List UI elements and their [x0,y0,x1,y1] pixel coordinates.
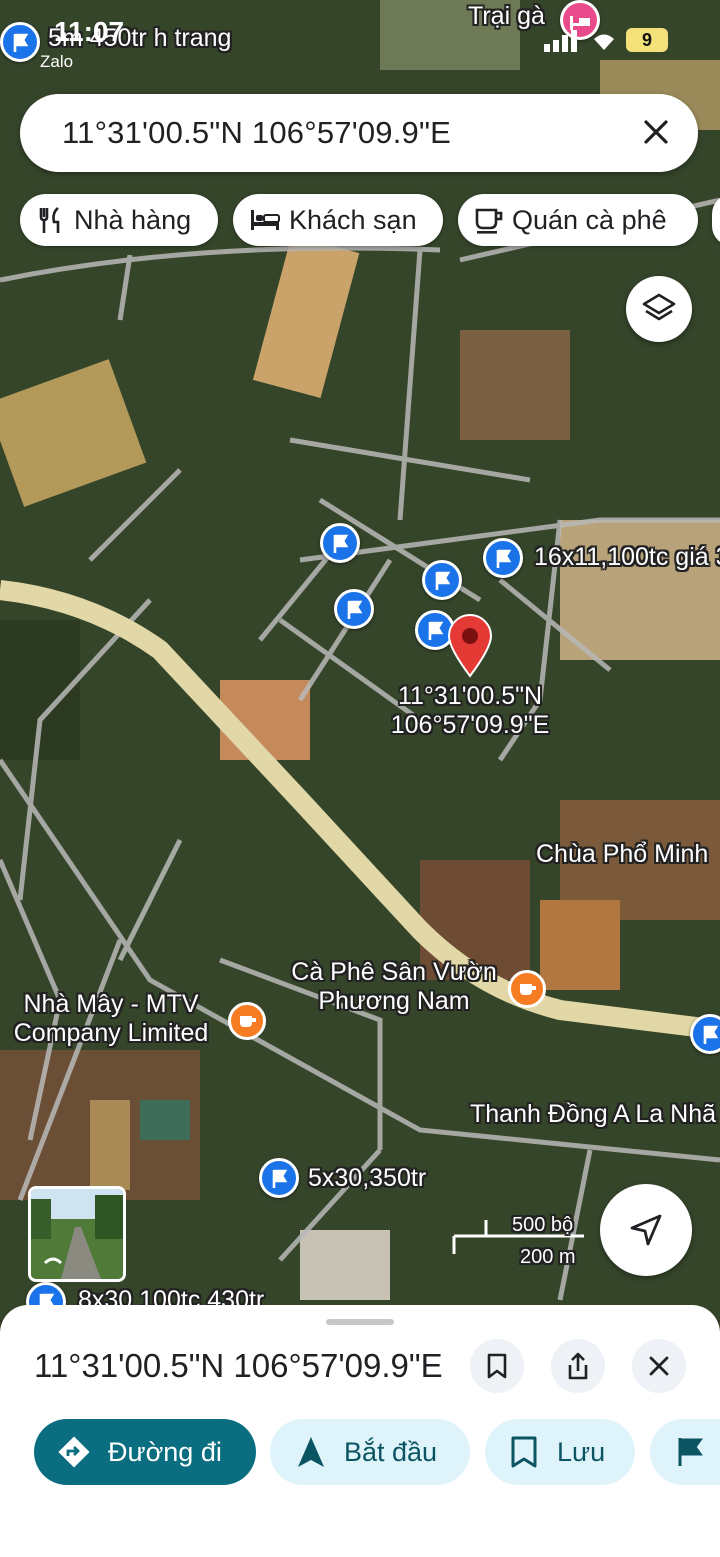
coffee-cup-icon [520,984,536,995]
navigate-arrow-icon [298,1437,324,1467]
battery-indicator: 9 [626,28,668,52]
flag-icon [703,1025,719,1044]
bookmark-icon [487,1353,507,1379]
bookmark-icon [511,1436,537,1468]
map-label-line: Cà Phê Sân Vườn [291,958,497,986]
listing-pin[interactable] [334,589,374,629]
share-icon [568,1352,588,1380]
flag-icon [428,621,444,640]
more-action-button[interactable] [650,1419,720,1485]
street-view-image [31,1189,123,1279]
bed-icon [251,210,280,230]
listing-pin[interactable] [320,523,360,563]
map-label: Chùa Phổ Minh [536,840,709,868]
close-icon[interactable] [634,110,678,154]
status-time: 11:07 [54,16,125,47]
sheet-drag-handle[interactable] [326,1319,394,1325]
status-bar: 11:07 Zalo 9 [0,0,720,80]
chip-label: Khách sạn [289,204,417,235]
coordinate-label: 11°31'00.5"N 106°57'09.9"E [382,682,558,740]
chip-label: Nhà hàng [74,204,192,235]
signal-icon [544,30,577,52]
place-bottom-sheet[interactable]: 11°31'00.5"N 106°57'09.9"E Đường đi Bắt … [0,1305,720,1557]
save-icon-button[interactable] [470,1339,524,1393]
chip-label: Quán cà phê [512,204,667,235]
map-label: 5x30,350tr [308,1164,427,1192]
listing-pin[interactable] [422,560,462,600]
cafe-marker[interactable] [228,1002,266,1040]
coordinate-line: 106°57'09.9"E [390,711,550,739]
flag-icon [347,600,363,619]
chip-restaurants[interactable]: Nhà hàng [20,194,218,246]
status-app-label: Zalo [40,52,74,71]
directions-button[interactable]: Đường đi [34,1419,256,1485]
map-label: Nhà Mây - MTV Company Limited [0,990,222,1048]
flag-icon [678,1438,703,1466]
map-label-line: Company Limited [13,1019,209,1047]
listing-pin[interactable] [483,538,523,578]
save-button[interactable]: Lưu [485,1419,635,1485]
place-title: 11°31'00.5"N 106°57'09.9"E [34,1347,443,1384]
location-marker-icon[interactable] [447,614,493,678]
map-label: 16x11,100tc giá 3 [534,543,720,571]
flag-icon [272,1169,288,1188]
scale-feet: 500 bộ [512,1214,574,1236]
my-location-button[interactable] [600,1184,692,1276]
chip-hotels[interactable]: Khách sạn [233,194,443,246]
scale-meters: 200 m [520,1246,576,1268]
flag-icon [435,571,451,590]
map-label: Cà Phê Sân Vườn Phương Nam [284,958,504,1016]
street-view-thumbnail[interactable] [28,1186,126,1282]
layers-icon [642,293,676,321]
fork-knife-icon [39,207,60,233]
map-scale: 500 bộ 200 m [452,1214,588,1269]
action-label: Lưu [557,1436,606,1467]
wifi-icon [594,34,614,50]
search-query[interactable]: 11°31'00.5"N 106°57'09.9"E [62,115,451,151]
map-label-line: Phương Nam [318,987,470,1015]
action-label: Bắt đầu [344,1436,438,1467]
map-label: Thanh Đồng A La Nhã [470,1100,717,1128]
navigation-arrow-icon [630,1214,662,1246]
coordinate-line: 11°31'00.5"N [397,682,543,710]
share-icon-button[interactable] [551,1339,605,1393]
action-label: Đường đi [108,1436,222,1467]
close-icon [649,1356,669,1376]
chip-coffee[interactable]: Quán cà phê [458,194,698,246]
flag-icon [333,534,349,553]
layers-button[interactable] [626,276,692,342]
start-button[interactable]: Bắt đầu [270,1419,470,1485]
search-bar[interactable]: 11°31'00.5"N 106°57'09.9"E [20,94,698,172]
flag-icon [496,549,512,568]
coffee-cup-icon [475,208,503,234]
map-label-line: Nhà Mây - MTV [23,990,199,1018]
directions-icon [58,1436,90,1468]
cafe-marker[interactable] [508,970,546,1008]
coffee-cup-icon [240,1016,256,1027]
listing-pin[interactable] [259,1158,299,1198]
close-sheet-button[interactable] [632,1339,686,1393]
